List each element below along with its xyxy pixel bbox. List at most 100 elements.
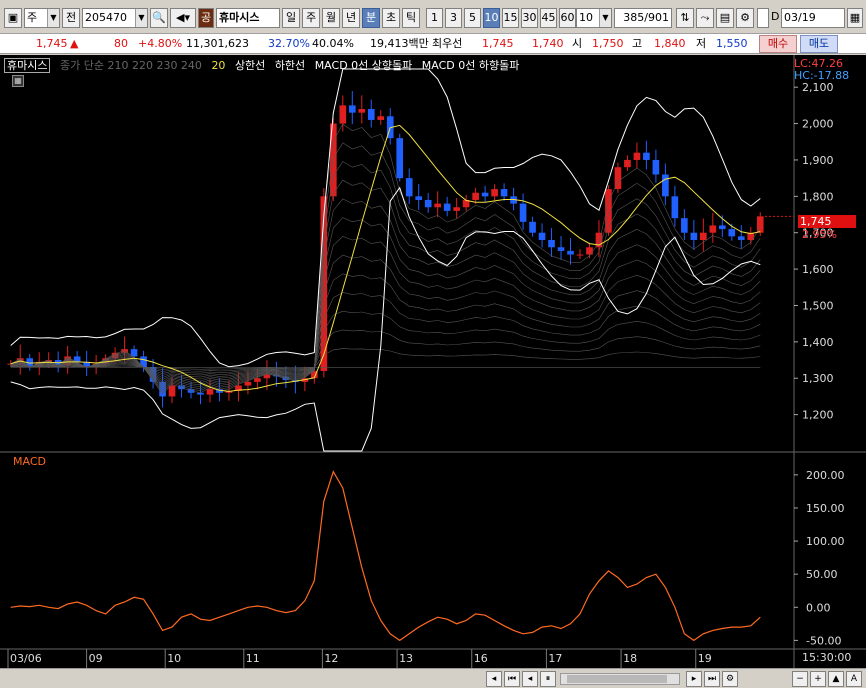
- next-icon[interactable]: ▸: [686, 671, 702, 687]
- candle-body: [168, 385, 176, 397]
- prev-icon[interactable]: ◂: [522, 671, 538, 687]
- interval-tab[interactable]: 15: [502, 8, 519, 28]
- change: 80: [114, 37, 128, 50]
- macd-tick-label: -50.00: [806, 634, 841, 647]
- candle-body: [519, 203, 527, 222]
- date-checkbox[interactable]: [757, 8, 769, 28]
- day-label: 09: [89, 652, 103, 665]
- settings-icon[interactable]: ⚙: [722, 671, 738, 687]
- ma-fan-line: [10, 310, 761, 374]
- interval-tab[interactable]: 3: [445, 8, 462, 28]
- pause-icon[interactable]: ⏸: [540, 671, 556, 687]
- period-tab[interactable]: 년: [342, 8, 360, 28]
- low: 1,550: [716, 37, 748, 50]
- high-label: 고: [632, 37, 643, 50]
- ma-fan-line: [10, 292, 761, 376]
- price-tick-label: 1,300: [802, 372, 834, 385]
- period-tab[interactable]: 주: [302, 8, 320, 28]
- day-label: 10: [167, 652, 181, 665]
- best-bid: 1,740: [532, 37, 564, 50]
- candle-body: [405, 178, 413, 197]
- chart-area[interactable]: 1,200 1,300 1,400 1,500 1,600 1,700 1,800 1,900…: [0, 55, 866, 668]
- sound-icon[interactable]: ◀▾: [170, 8, 196, 28]
- candle-body: [681, 218, 688, 233]
- day-label: 03/06: [10, 652, 42, 665]
- time-label: 15:30:00: [802, 651, 852, 664]
- candle-body: [443, 203, 451, 211]
- macd-title: MACD: [13, 455, 46, 468]
- legend-stock-name[interactable]: 휴마시스: [4, 58, 51, 73]
- count-display[interactable]: 385/901: [614, 8, 672, 28]
- candle-body: [538, 232, 546, 240]
- interval-tab[interactable]: 45: [540, 8, 557, 28]
- candle-body: [548, 239, 555, 248]
- price-tick-label: 1,900: [802, 154, 834, 167]
- date-input[interactable]: 03/19: [781, 8, 845, 28]
- macd-tick-label: 50.00: [806, 568, 838, 581]
- price-chart: 1,2001,3001,4001,5001,6001,7001,8001,900…: [0, 55, 866, 668]
- chevron-down-icon: ▼: [599, 9, 611, 27]
- last-icon[interactable]: ⏭: [704, 671, 720, 687]
- interval-select[interactable]: 10 ▼: [576, 8, 612, 28]
- price-tick-label: 1,400: [802, 336, 834, 349]
- interval-tab[interactable]: 10: [483, 8, 500, 28]
- search-icon[interactable]: 🔍: [150, 8, 168, 28]
- zoom-out-icon[interactable]: −: [792, 671, 808, 687]
- chart-legend: 휴마시스 종가 단순 210 220 230 240 20 상한선 하한선 MA…: [4, 57, 525, 73]
- interval-tab[interactable]: 30: [521, 8, 538, 28]
- prev-button[interactable]: 전: [62, 8, 80, 28]
- candle-body: [756, 216, 764, 233]
- first-icon[interactable]: ⏮: [504, 671, 520, 687]
- period-tab[interactable]: 월: [322, 8, 340, 28]
- candle-body: [472, 192, 479, 200]
- grid-icon[interactable]: ▦: [12, 75, 24, 87]
- macd-tick-label: 150.00: [806, 502, 845, 515]
- gear-icon[interactable]: ⚙: [736, 8, 754, 28]
- best-label: 최우선: [432, 37, 463, 50]
- candle-body: [624, 159, 631, 168]
- code-input[interactable]: 205470 ▼: [82, 8, 148, 28]
- change-pct: +4.80%: [138, 37, 183, 50]
- zoom-in-icon[interactable]: +: [810, 671, 826, 687]
- interval-tab[interactable]: 1: [426, 8, 443, 28]
- legend-upper: 상한선: [234, 59, 266, 72]
- period-tab[interactable]: 일: [282, 8, 300, 28]
- candle-body: [586, 247, 593, 255]
- price-tick-label: 2,100: [802, 81, 834, 94]
- price-tick-label: 1,500: [802, 299, 834, 312]
- chart-menu-icon[interactable]: ▣: [4, 8, 22, 28]
- period-tab[interactable]: 틱: [402, 8, 420, 28]
- calendar-icon[interactable]: ▦: [847, 8, 863, 28]
- scroll-left-icon[interactable]: ◂: [486, 671, 502, 687]
- sell-button[interactable]: 매도: [800, 35, 838, 53]
- high: 1,840: [654, 37, 686, 50]
- day-label: 11: [246, 652, 260, 665]
- price: 1,745: [36, 37, 68, 50]
- chevron-down-icon: ▼: [135, 9, 147, 27]
- candle-body: [576, 254, 584, 256]
- candle-body: [491, 189, 498, 197]
- low-label: 저: [696, 37, 707, 50]
- type-select[interactable]: 주 ▼: [24, 8, 60, 28]
- amount: 19,413백만: [370, 37, 429, 50]
- period-tab[interactable]: 초: [382, 8, 400, 28]
- toolbar: ▣ 주 ▼ 전 205470 ▼ 🔍 ◀▾ 공 휴마시스 10 ▼ 385/901 ⇅…: [0, 0, 866, 34]
- candle-body: [339, 105, 347, 124]
- font-icon[interactable]: A: [846, 671, 862, 687]
- tool1-icon[interactable]: ⇅: [676, 8, 694, 28]
- buy-button[interactable]: 매수: [759, 35, 797, 53]
- period-tab[interactable]: 분: [362, 8, 380, 28]
- home-icon[interactable]: ▲: [828, 671, 844, 687]
- interval-tab[interactable]: 60: [559, 8, 576, 28]
- interval-tab[interactable]: 5: [464, 8, 481, 28]
- scrollbar[interactable]: [560, 673, 680, 685]
- macd-line: [10, 470, 761, 642]
- candle-body: [737, 236, 745, 240]
- open: 1,750: [592, 37, 624, 50]
- save-icon[interactable]: ▤: [716, 8, 734, 28]
- day-label: 16: [474, 652, 488, 665]
- legend-macd-down: MACD 0선 하향돌파: [421, 59, 520, 72]
- bollinger-lower: [10, 186, 761, 452]
- tool2-icon[interactable]: ⤳: [696, 8, 714, 28]
- scroll-thumb[interactable]: [567, 675, 667, 683]
